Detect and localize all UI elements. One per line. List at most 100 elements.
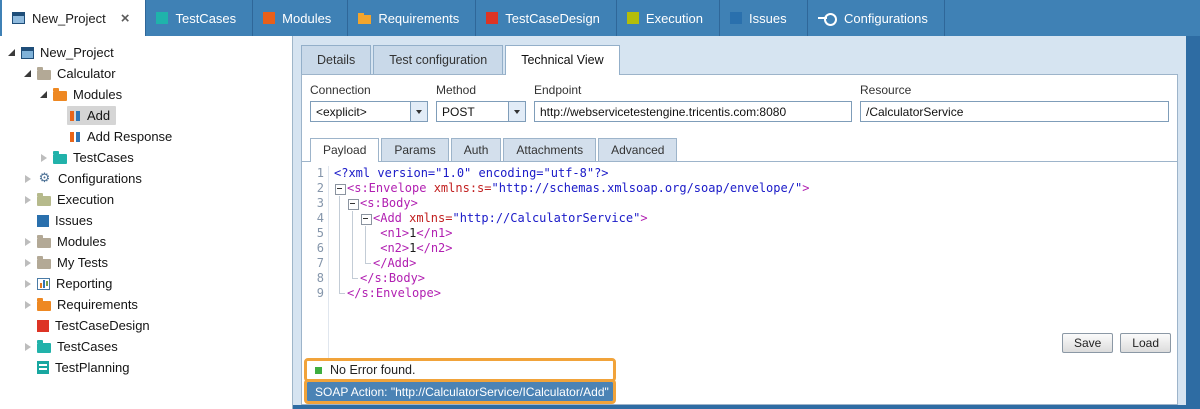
method-select[interactable]: POST	[436, 101, 526, 122]
folder-gray-icon	[37, 259, 51, 269]
endpoint-value: http://webservicetestengine.tricentis.co…	[540, 105, 786, 119]
main-tab-bar: New_Project×TestCasesModulesRequirements…	[0, 0, 1200, 36]
tree-item-issues[interactable]: Issues	[0, 210, 292, 231]
tree-item-label: Add Response	[87, 129, 172, 144]
tab-test-configuration[interactable]: Test configuration	[373, 45, 503, 75]
status-area: No Error found. SOAP Action: "http://Cal…	[302, 358, 616, 404]
collapse-arrow-icon[interactable]	[36, 91, 51, 98]
tree-item-requirements[interactable]: Requirements	[0, 294, 292, 315]
tree-item-body: New_Project	[19, 43, 120, 62]
folder-gray-icon	[37, 70, 51, 80]
code-segment: <?xml version="1.0" encoding="utf-8"?>	[334, 166, 609, 180]
expand-arrow-icon[interactable]	[20, 301, 35, 309]
collapse-arrow-icon[interactable]	[20, 70, 35, 77]
tab-testcasedesign[interactable]: TestCaseDesign	[476, 0, 617, 36]
blue-icon	[730, 12, 742, 24]
tree-item-body: TestCases	[35, 337, 124, 356]
tab-advanced[interactable]: Advanced	[598, 138, 677, 161]
tree-item-testplanning[interactable]: TestPlanning	[0, 357, 292, 378]
tab-issues[interactable]: Issues	[720, 0, 808, 36]
fold-line	[347, 241, 360, 256]
tree-item-modules[interactable]: Modules	[0, 231, 292, 252]
fold-collapse-icon[interactable]	[347, 196, 360, 211]
tree-item-new-project[interactable]: New_Project	[0, 42, 292, 63]
fold-line	[360, 226, 373, 241]
expand-arrow-icon[interactable]	[36, 154, 51, 162]
resource-label: Resource	[860, 83, 1169, 97]
tree-item-body: Execution	[35, 190, 120, 209]
expand-arrow-icon[interactable]	[20, 259, 35, 267]
fold-collapse-icon[interactable]	[334, 181, 347, 196]
expand-arrow-icon[interactable]	[20, 196, 35, 204]
code-line: <n1>1</n1>	[334, 226, 1177, 241]
tree-item-testcasedesign[interactable]: TestCaseDesign	[0, 315, 292, 336]
tosca-window: New_Project×TestCasesModulesRequirements…	[0, 0, 1200, 409]
tree-item-my-tests[interactable]: My Tests	[0, 252, 292, 273]
fold-line	[347, 211, 360, 226]
fold-line	[347, 271, 360, 286]
code-segment: xmlns=	[402, 211, 453, 225]
code-segment: <s:Envelope	[347, 181, 426, 195]
tab-configurations[interactable]: Configurations	[808, 0, 945, 36]
chevron-down-icon[interactable]	[410, 102, 427, 121]
project-icon	[12, 12, 25, 24]
tree-item-reporting[interactable]: Reporting	[0, 273, 292, 294]
tab-technical-view[interactable]: Technical View	[505, 45, 619, 75]
tree-item-body: TestCases	[51, 148, 140, 167]
tab-auth[interactable]: Auth	[451, 138, 502, 161]
tree-item-configurations[interactable]: Configurations	[0, 168, 292, 189]
tree-item-calculator[interactable]: Calculator	[0, 63, 292, 84]
code-segment: </Add>	[373, 256, 416, 270]
method-group: Method POST	[436, 83, 526, 122]
payload-editor[interactable]: 123456789 <?xml version="1.0" encoding="…	[302, 162, 1177, 358]
tab-payload[interactable]: Payload	[310, 138, 379, 162]
save-button[interactable]: Save	[1062, 333, 1113, 353]
endpoint-input[interactable]: http://webservicetestengine.tricentis.co…	[534, 101, 852, 122]
close-icon[interactable]: ×	[121, 11, 130, 26]
tab-testcases[interactable]: TestCases	[146, 0, 253, 36]
tab-params[interactable]: Params	[381, 138, 448, 161]
tab-label: Issues	[749, 11, 787, 26]
tab-new-project[interactable]: New_Project×	[2, 0, 146, 36]
fold-line	[347, 256, 360, 271]
tree-item-label: Modules	[57, 234, 106, 249]
tree-item-testcases[interactable]: TestCases	[0, 147, 292, 168]
tree-item-body: Requirements	[35, 295, 144, 314]
fold-line	[334, 256, 347, 271]
expand-arrow-icon[interactable]	[20, 343, 35, 351]
fold-line	[334, 286, 347, 301]
tab-modules[interactable]: Modules	[253, 0, 348, 36]
folder-teal-icon	[53, 154, 67, 164]
expand-arrow-icon[interactable]	[20, 238, 35, 246]
collapse-arrow-icon[interactable]	[4, 49, 19, 56]
folder-orange-icon	[53, 91, 67, 101]
tree-item-execution[interactable]: Execution	[0, 189, 292, 210]
code-segment: </n1>	[416, 226, 452, 240]
code-segment: </n2>	[416, 241, 452, 255]
tree-item-modules[interactable]: Modules	[0, 84, 292, 105]
code-segment: "http://CalculatorService"	[452, 211, 640, 225]
tree-item-label: Execution	[57, 192, 114, 207]
tree-item-add-response[interactable]: Add Response	[0, 126, 292, 147]
code-line: <n2>1</n2>	[334, 241, 1177, 256]
tree-item-add[interactable]: Add	[0, 105, 292, 126]
xml-code[interactable]: <?xml version="1.0" encoding="utf-8"?><s…	[329, 166, 1177, 358]
chevron-down-icon[interactable]	[508, 102, 525, 121]
tab-requirements[interactable]: Requirements	[348, 0, 476, 36]
resource-value: /CalculatorService	[866, 105, 963, 119]
tab-execution[interactable]: Execution	[617, 0, 720, 36]
fold-collapse-icon[interactable]	[360, 211, 373, 226]
expand-arrow-icon[interactable]	[20, 175, 35, 183]
green-icon	[627, 12, 639, 24]
load-button[interactable]: Load	[1120, 333, 1171, 353]
resource-input[interactable]: /CalculatorService	[860, 101, 1169, 122]
expand-arrow-icon[interactable]	[20, 280, 35, 288]
status-row: No Error found.	[307, 361, 613, 379]
tab-details[interactable]: Details	[301, 45, 371, 75]
fold-line	[347, 226, 360, 241]
tree-item-testcases[interactable]: TestCases	[0, 336, 292, 357]
line-number: 5	[302, 226, 324, 241]
red-icon	[486, 12, 498, 24]
tab-attachments[interactable]: Attachments	[503, 138, 596, 161]
connection-select[interactable]: <explicit>	[310, 101, 428, 122]
